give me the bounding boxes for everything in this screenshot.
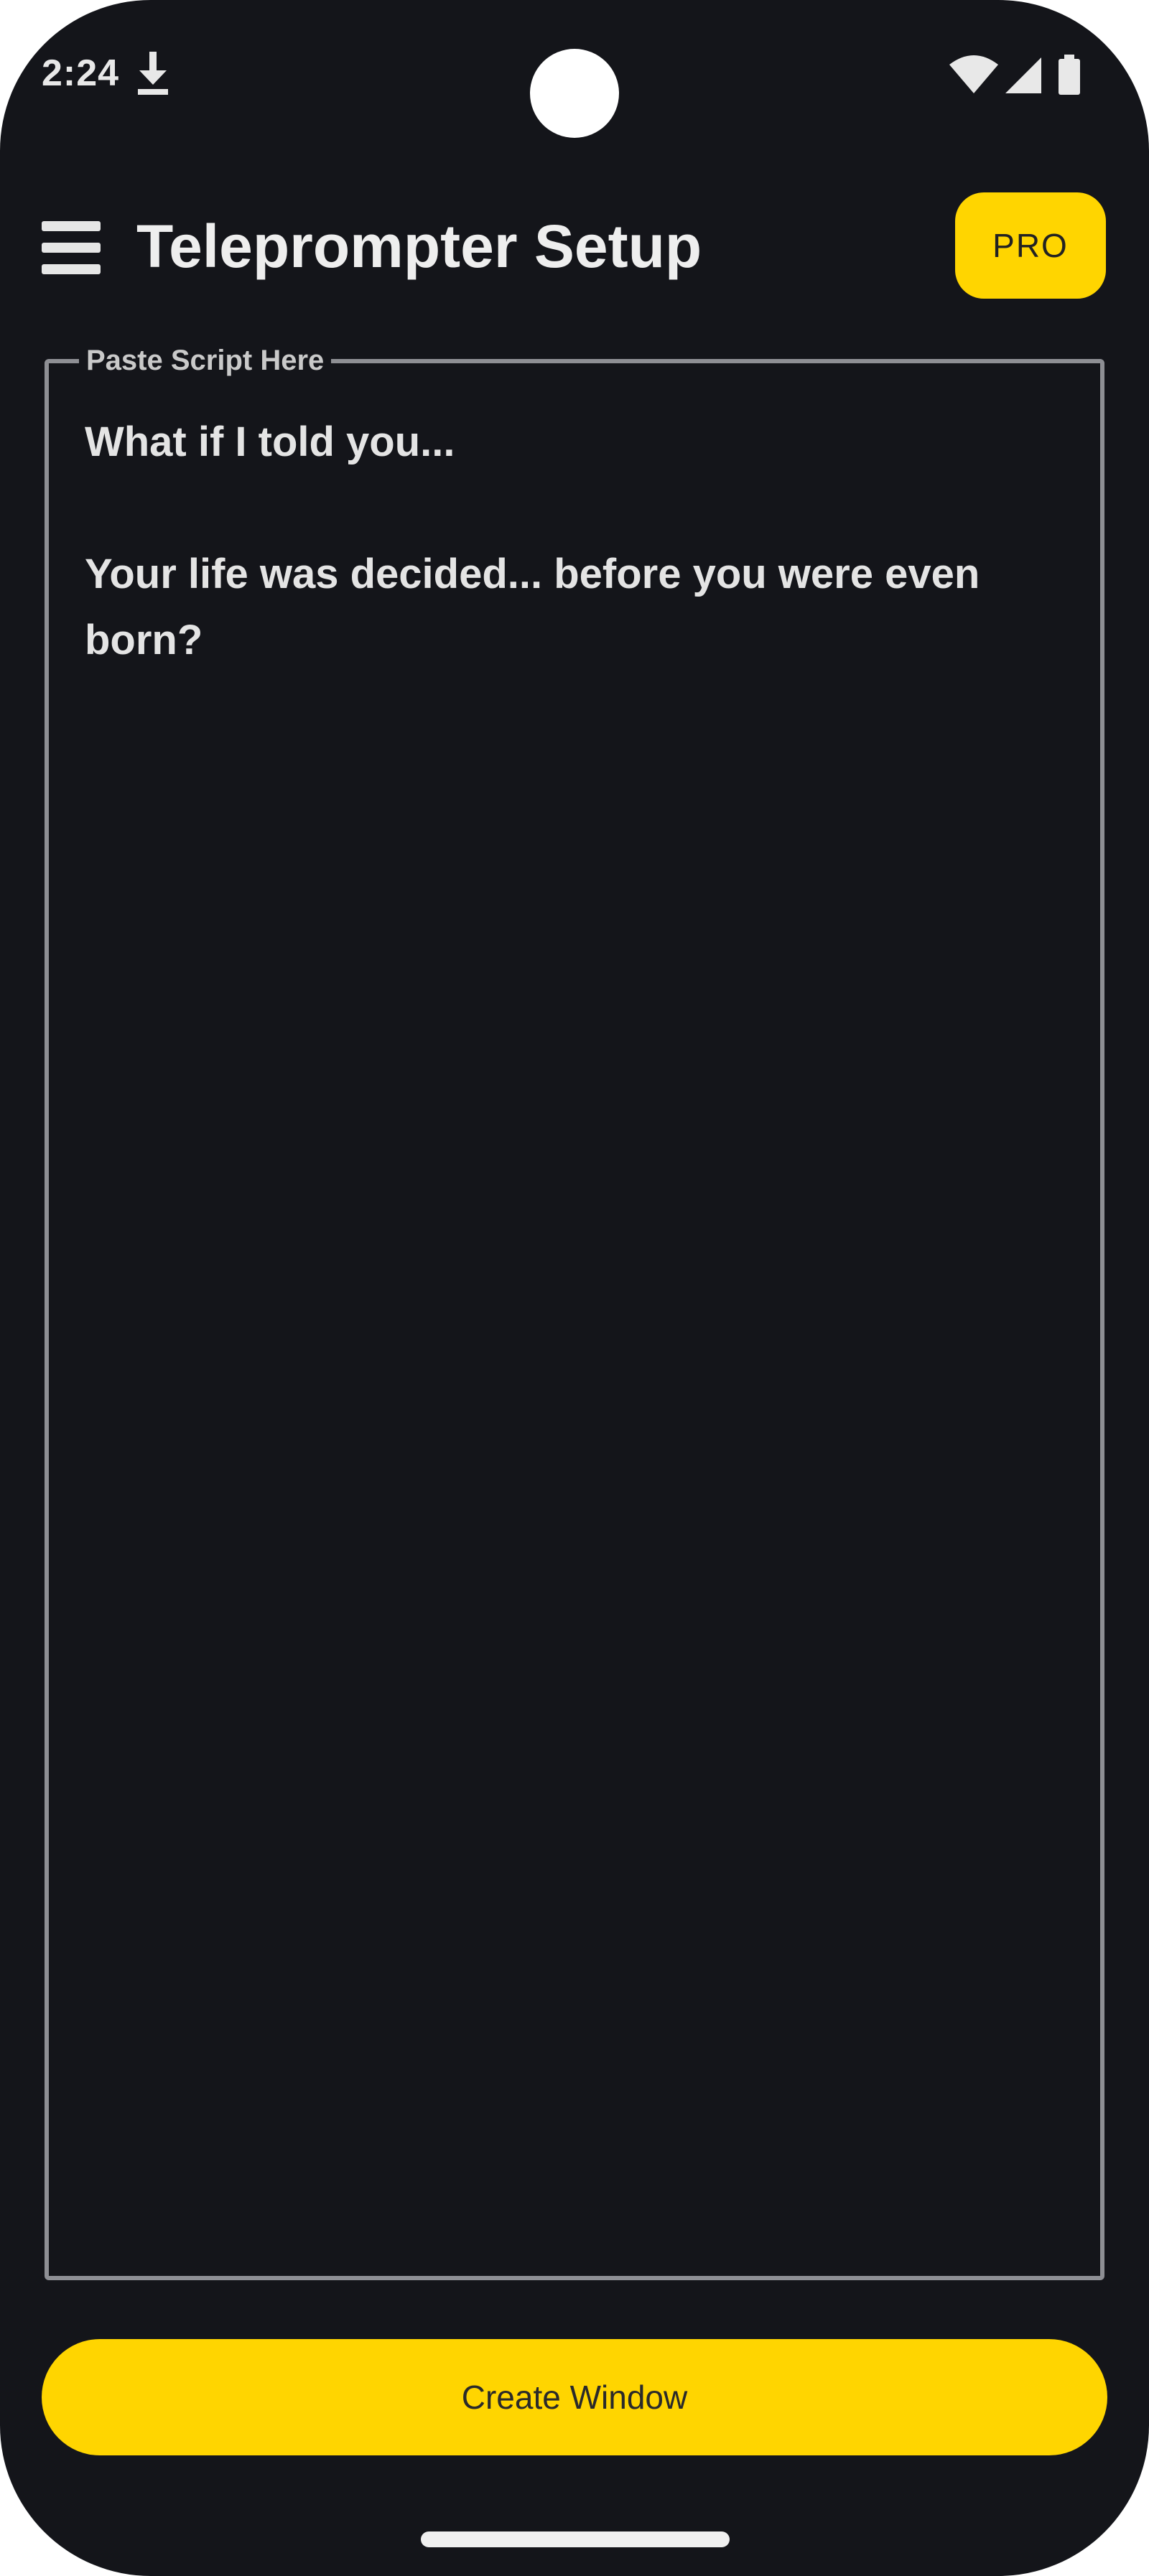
signal-icon (1005, 57, 1041, 93)
battery-icon (1059, 55, 1080, 95)
create-window-button[interactable]: Create Window (42, 2339, 1107, 2455)
wifi-icon (949, 55, 998, 93)
script-input-label: Paste Script Here (79, 345, 332, 376)
pro-button[interactable]: PRO (955, 192, 1106, 299)
script-input-text[interactable]: What if I told you... Your life was deci… (85, 409, 1076, 673)
status-icons (948, 55, 1084, 95)
status-time: 2:24 (42, 52, 120, 94)
phone-screen: 2:24 Teleprompter Setup PRO Paste Script… (0, 0, 1149, 2576)
status-bar: 2:24 (0, 0, 1149, 151)
page-title: Teleprompter Setup (136, 213, 702, 280)
home-indicator[interactable] (421, 2531, 730, 2547)
camera-cutout (530, 49, 619, 138)
menu-icon[interactable] (42, 215, 101, 280)
download-icon (138, 52, 168, 95)
